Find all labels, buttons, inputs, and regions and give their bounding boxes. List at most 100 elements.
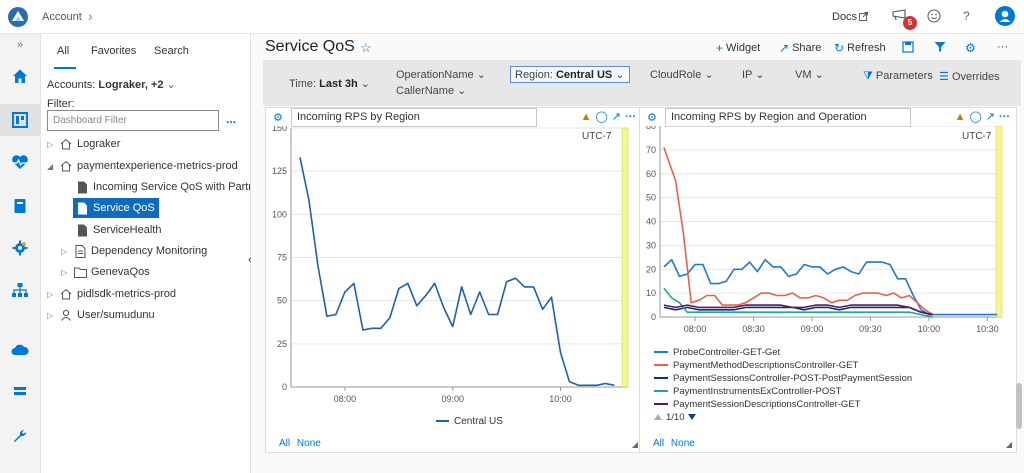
chevron-down-icon: ⌄	[476, 69, 486, 81]
vm-filter[interactable]: VM ⌄	[795, 68, 824, 81]
x-tick-label: 08:30	[742, 324, 765, 334]
tile-settings-icon[interactable]: ⚙	[647, 111, 657, 124]
rail-monitors[interactable]	[0, 376, 40, 408]
accounts-selector[interactable]: Accounts: Lograker, +2 ⌄	[47, 78, 176, 91]
tree-item-genevaqos[interactable]: ▷ GenevaQos	[61, 262, 150, 282]
cloudrole-filter[interactable]: CloudRole ⌄	[650, 68, 714, 81]
cloudrole-label: CloudRole	[650, 69, 702, 81]
rail-cloud[interactable]	[0, 334, 40, 366]
tab-all[interactable]: All	[57, 45, 69, 57]
select-none-link[interactable]: None	[297, 438, 321, 449]
resize-handle-icon[interactable]: ◢	[632, 440, 638, 449]
caret-right-icon[interactable]: ▷	[61, 268, 73, 277]
app-logo-icon[interactable]	[7, 6, 29, 28]
user-avatar[interactable]	[995, 6, 1015, 26]
share-label: Share	[792, 42, 822, 54]
time-filter[interactable]: Time: Last 3h ⌄	[289, 77, 370, 90]
caret-down-icon[interactable]: ◢	[47, 162, 59, 171]
gear-icon: ⚙	[965, 41, 976, 55]
legend-label: PaymentSessionsController-POST-PostPayme…	[673, 373, 912, 384]
tree-item-service-qos[interactable]: Service QoS	[73, 198, 159, 218]
vm-label: VM	[795, 69, 812, 81]
y-tick-label: 150	[272, 126, 287, 133]
caret-right-icon[interactable]: ▷	[47, 140, 59, 149]
expand-rail-button[interactable]: »	[0, 34, 40, 56]
rail-health[interactable]	[0, 146, 40, 178]
tree-item-paymentexperience[interactable]: ◢ paymentexperience-metrics-prod	[47, 156, 238, 176]
open-external-icon[interactable]: ↗	[612, 110, 621, 123]
tree-item-lograker[interactable]: ▷ Lograker	[47, 134, 120, 154]
tree-item-label: Dependency Monitoring	[91, 245, 208, 257]
filter-more-button[interactable]: ...	[226, 112, 236, 126]
x-tick-label: 09:00	[801, 324, 824, 334]
page-scrollbar[interactable]	[1016, 383, 1022, 429]
rail-notebook[interactable]	[0, 190, 40, 222]
region-filter[interactable]: Region: Central US ⌄	[510, 66, 630, 83]
tree-item-pidlsdk[interactable]: ▷ pidlsdk-metrics-prod	[47, 284, 176, 304]
y-tick-label: 0	[282, 382, 287, 392]
refresh-label: Refresh	[847, 42, 886, 54]
funnel-icon: ⧩	[863, 70, 873, 82]
warning-icon[interactable]: ▲	[955, 111, 966, 123]
select-all-link[interactable]: All	[653, 438, 664, 449]
current-time-marker	[995, 126, 1003, 318]
caret-right-icon[interactable]: ▷	[47, 290, 59, 299]
accounts-label: Accounts:	[47, 79, 96, 91]
breadcrumb-account[interactable]: Account	[42, 11, 82, 23]
save-button[interactable]	[902, 41, 914, 53]
resize-handle-icon[interactable]: ◢	[1006, 440, 1012, 449]
dashboard-filter-input[interactable]	[47, 110, 219, 131]
favorite-star-icon[interactable]: ☆	[360, 40, 372, 56]
legend-next-icon	[688, 414, 696, 420]
save-icon	[902, 41, 914, 53]
parameters-button[interactable]: ⧩ Parameters	[863, 70, 933, 83]
select-none-link[interactable]: None	[671, 438, 695, 449]
rail-tools[interactable]	[0, 420, 40, 452]
ip-filter[interactable]: IP ⌄	[742, 68, 764, 81]
chart-plot-area[interactable]: 0 25 50 75 100 125 150 08:00 09:00 10:00 Central U…	[266, 126, 642, 436]
top-bar: Account › Docs 5 ?	[0, 0, 1024, 34]
filter-toggle-button[interactable]	[934, 41, 946, 53]
refresh-icon[interactable]: ◯	[595, 110, 607, 123]
chevron-down-icon: ⌄	[615, 69, 625, 81]
tab-search[interactable]: Search	[154, 45, 189, 57]
rail-settings[interactable]	[0, 232, 40, 264]
chart-plot-area[interactable]: 0 10 20 30 40 50 60 70 80 08:00 08:30 09:00 09:30 10:…	[640, 126, 1016, 436]
callername-filter[interactable]: CallerName ⌄	[396, 84, 466, 97]
caret-right-icon[interactable]: ▷	[47, 311, 59, 320]
funnel-icon	[934, 42, 946, 52]
overrides-button[interactable]: ☰ Overrides	[939, 70, 1000, 83]
y-tick-label: 10	[646, 288, 656, 298]
operationname-filter[interactable]: OperationName ⌄	[396, 68, 486, 81]
settings-button[interactable]: ⚙	[965, 41, 979, 55]
rail-home[interactable]	[0, 60, 40, 92]
refresh-button[interactable]: ↻ Refresh	[834, 41, 886, 55]
tab-favorites[interactable]: Favorites	[91, 45, 136, 57]
x-tick-label: 08:00	[334, 394, 357, 404]
select-all-link[interactable]: All	[279, 438, 290, 449]
caret-right-icon[interactable]: ▷	[61, 247, 73, 256]
tree-item-incoming-service-qos[interactable]: Incoming Service QoS with Partn	[75, 177, 251, 197]
more-commands-button[interactable]: ···	[997, 41, 1008, 53]
tree-item-dependency-monitoring[interactable]: ▷ Dependency Monitoring	[61, 241, 207, 261]
tree-item-user-sumudunu[interactable]: ▷ User/sumudunu	[47, 305, 155, 325]
docs-link[interactable]: Docs	[832, 11, 857, 23]
feedback-smiley-icon[interactable]	[927, 9, 941, 23]
share-button[interactable]: ↗ Share	[779, 41, 821, 55]
tree-item-servicehealth[interactable]: ServiceHealth	[75, 220, 161, 240]
more-icon[interactable]: ···	[999, 111, 1010, 123]
add-widget-button[interactable]: + Widget	[716, 41, 760, 55]
tile-settings-icon[interactable]: ⚙	[273, 111, 283, 124]
refresh-icon[interactable]: ◯	[969, 110, 981, 123]
more-icon[interactable]: ···	[625, 111, 636, 123]
tree-item-label: paymentexperience-metrics-prod	[77, 160, 238, 172]
left-rail: »	[0, 34, 41, 473]
dashboard-main: Service QoS ☆ + Widget ↗ Share ↻ Refresh…	[252, 34, 1024, 473]
rail-hierarchy[interactable]	[0, 274, 40, 306]
help-icon[interactable]: ?	[963, 9, 970, 23]
tree-item-label: Incoming Service QoS with Partn	[93, 181, 251, 193]
warning-icon[interactable]: ▲	[581, 111, 592, 123]
open-external-icon[interactable]: ↗	[986, 110, 995, 123]
rail-dashboards[interactable]	[0, 104, 40, 136]
region-filter-label: Region:	[515, 69, 553, 81]
